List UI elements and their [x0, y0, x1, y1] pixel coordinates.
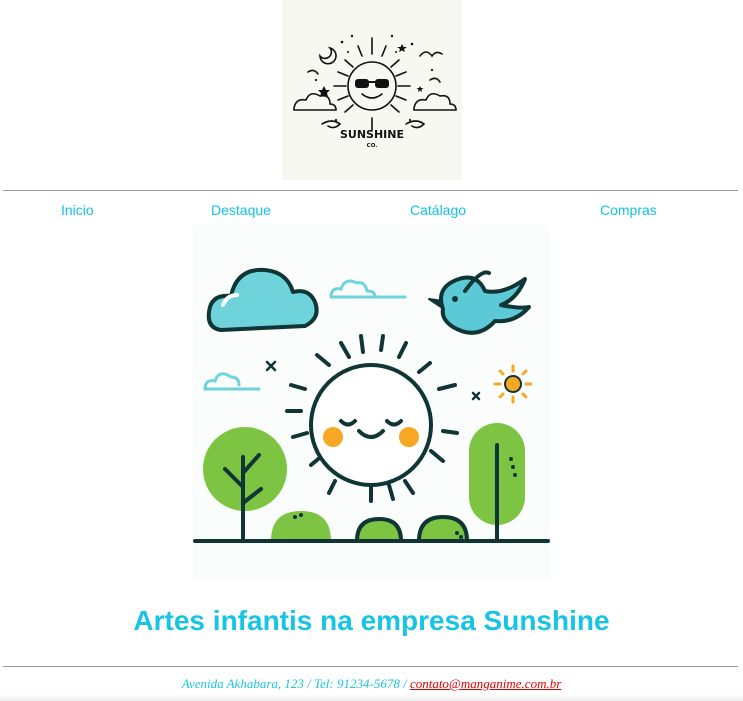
- nav-link-inicio[interactable]: Inicio: [61, 202, 94, 218]
- footer-address: Avenida Akhabara, 123 / Tel: 91234-5678 …: [181, 676, 407, 691]
- bottom-divider: [3, 666, 738, 667]
- page: SUNSHINE CO. Inicio Destaque Catálago Co…: [0, 0, 743, 701]
- bottom-shadow: [0, 694, 743, 701]
- tree-icon: [469, 423, 525, 543]
- logo-wordmark: SUNSHINE: [340, 128, 404, 141]
- small-sun-icon: [493, 364, 533, 404]
- sun-with-sunglasses-icon: SUNSHINE CO.: [293, 34, 457, 149]
- bird-icon: [428, 270, 531, 335]
- logo: SUNSHINE CO.: [282, 0, 462, 180]
- bush-icon: [271, 511, 469, 542]
- tree-icon: [203, 427, 287, 543]
- logo-suffix: CO.: [367, 143, 378, 149]
- nav-link-destaque[interactable]: Destaque: [211, 202, 271, 218]
- main-sun-icon: [285, 334, 459, 503]
- page-headline: Artes infantis na empresa Sunshine: [133, 605, 610, 636]
- main-nav: Inicio Destaque Catálago Compras: [0, 202, 743, 222]
- nav-link-catalago[interactable]: Catálago: [410, 202, 466, 218]
- hero-illustration: [193, 225, 550, 580]
- footer: Avenida Akhabara, 123 / Tel: 91234-5678 …: [0, 676, 743, 692]
- top-divider: [3, 190, 738, 191]
- small-cloud-icon: [329, 279, 377, 299]
- footer-email-link[interactable]: contato@manganime.com.br: [410, 676, 561, 691]
- nav-link-compras[interactable]: Compras: [600, 202, 657, 218]
- happy-sun-landscape-icon: [193, 267, 550, 543]
